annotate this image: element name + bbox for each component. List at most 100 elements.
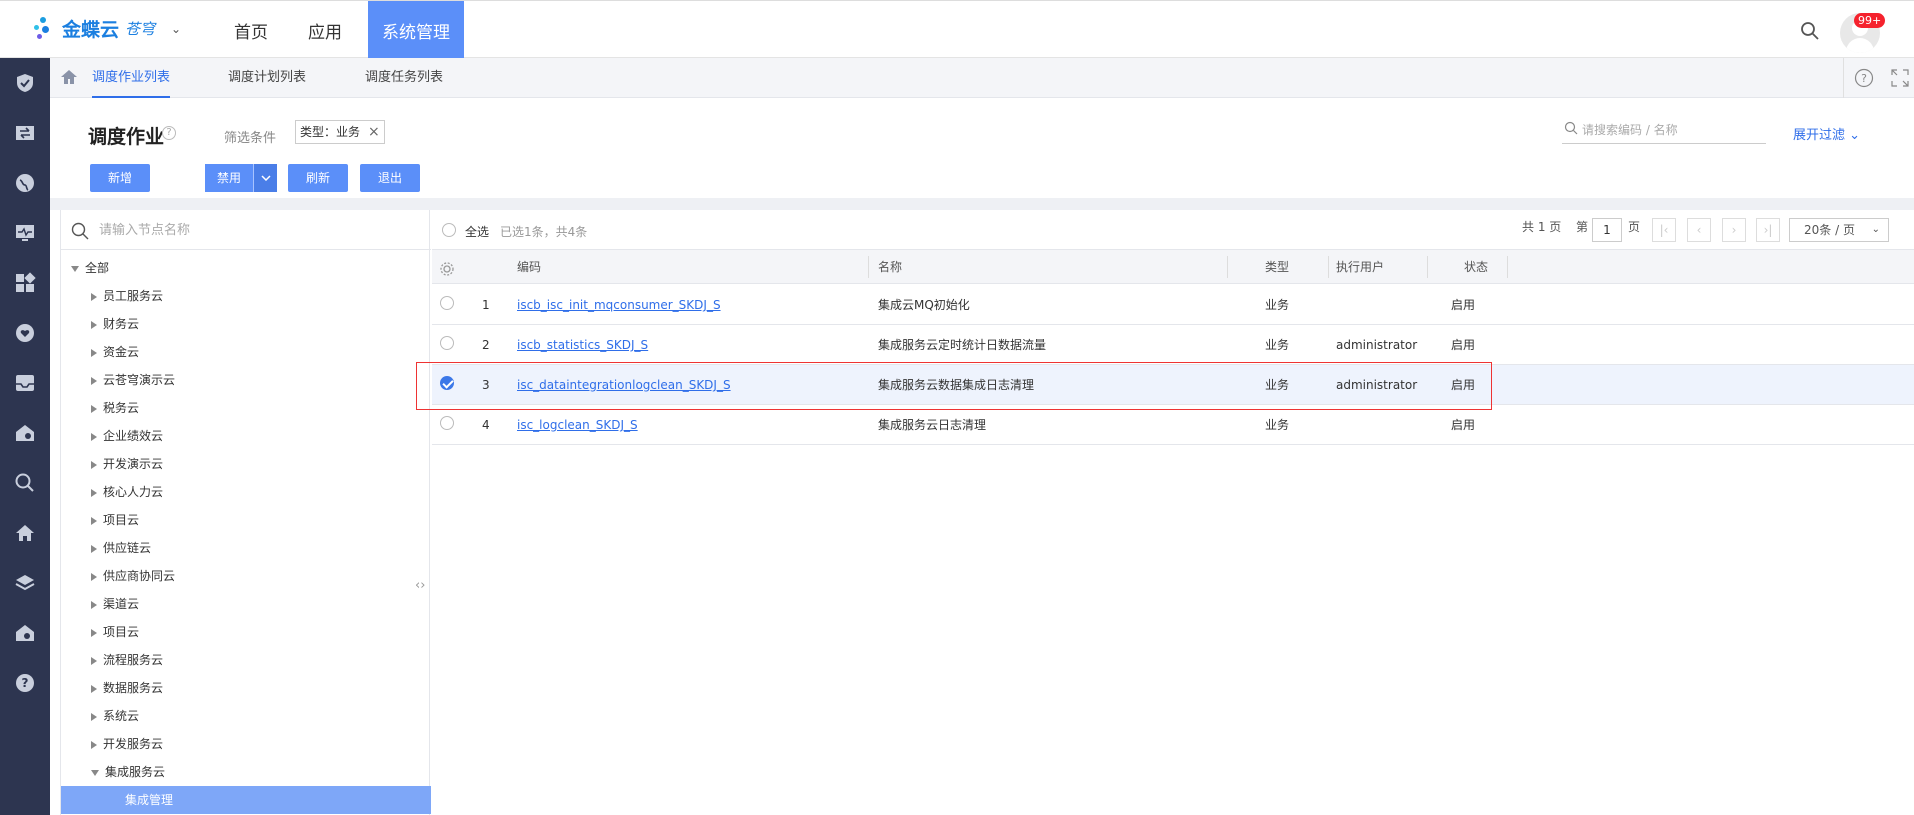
select-all-checkbox[interactable]: [442, 223, 456, 237]
row-type: 业务: [1265, 418, 1290, 432]
total-pages: 共 1 页: [1522, 220, 1562, 234]
column-header-status[interactable]: 状态: [1464, 250, 1488, 284]
first-page-icon[interactable]: |‹: [1652, 218, 1676, 242]
tree-item[interactable]: 财务云: [61, 310, 431, 338]
search-icon[interactable]: [12, 470, 38, 496]
column-header-user[interactable]: 执行用户: [1336, 250, 1384, 284]
chevron-down-icon[interactable]: [253, 164, 277, 192]
column-settings-icon[interactable]: [440, 251, 454, 285]
heart-icon[interactable]: [12, 320, 38, 346]
fullscreen-icon[interactable]: [1890, 68, 1910, 88]
tree-item[interactable]: 项目云: [61, 506, 431, 534]
row-checkbox[interactable]: [440, 336, 454, 350]
expand-filter-label: 展开过滤: [1793, 128, 1846, 143]
home-icon[interactable]: [12, 520, 38, 546]
tree-item[interactable]: 资金云: [61, 338, 431, 366]
select-all-label[interactable]: 全选: [465, 223, 489, 240]
tree-item-label: 供应商协同云: [103, 569, 176, 583]
expand-filter-link[interactable]: 展开过滤 ⌄: [1793, 124, 1860, 143]
caret-down-icon: [91, 769, 99, 776]
question-icon[interactable]: ?: [162, 126, 176, 140]
tree-item[interactable]: 云苍穹演示云: [61, 366, 431, 394]
search-icon: [1564, 121, 1578, 139]
tab-plan-list[interactable]: 调度计划列表: [228, 58, 306, 98]
column-divider[interactable]: [1227, 256, 1228, 278]
disable-split-button[interactable]: 禁用: [205, 164, 277, 192]
add-button[interactable]: 新增: [90, 164, 150, 192]
chevron-down-icon[interactable]: ⌄: [171, 22, 181, 36]
column-header-name[interactable]: 名称: [878, 250, 902, 284]
tree-item-label: 项目云: [103, 625, 140, 639]
dashboard-icon[interactable]: [12, 270, 38, 296]
selection-count: 已选1条，共4条: [500, 225, 588, 239]
tree-search-input[interactable]: [99, 220, 399, 240]
tree-item[interactable]: 数据服务云: [61, 674, 431, 702]
page-number-input[interactable]: 1: [1592, 218, 1622, 242]
nav-apps[interactable]: 应用: [294, 1, 356, 59]
row-code-link[interactable]: iscb_statistics_SKDJ_S: [517, 325, 648, 365]
column-divider[interactable]: [1507, 256, 1508, 278]
exit-button[interactable]: 退出: [360, 164, 420, 192]
shield-icon[interactable]: [12, 70, 38, 96]
page-size-select[interactable]: 20条 / 页 ⌄: [1789, 218, 1889, 242]
tree-item[interactable]: 供应链云: [61, 534, 431, 562]
tree-item[interactable]: 税务云: [61, 394, 431, 422]
globe-icon[interactable]: [12, 170, 38, 196]
tree-item[interactable]: 项目云: [61, 618, 431, 646]
table-row[interactable]: 1 iscb_isc_init_mqconsumer_SKDJ_S 集成云MQ初…: [432, 285, 1914, 325]
nav-home[interactable]: 首页: [220, 1, 282, 59]
tree-item[interactable]: 系统云: [61, 702, 431, 730]
column-divider[interactable]: [1328, 256, 1329, 278]
tree-root[interactable]: 全部: [61, 254, 431, 282]
panel-splitter-icon[interactable]: ‹›: [415, 578, 425, 593]
inbox-icon[interactable]: [12, 370, 38, 396]
row-type: 业务: [1265, 338, 1290, 352]
refresh-button[interactable]: 刷新: [288, 164, 348, 192]
tree-item[interactable]: 供应商协同云: [61, 562, 431, 590]
table-row[interactable]: 2 iscb_statistics_SKDJ_S 集成服务云定时统计日数据流量 …: [432, 325, 1914, 365]
tab-job-list[interactable]: 调度作业列表: [92, 58, 171, 98]
house-gear-icon[interactable]: [12, 620, 38, 646]
tree-item[interactable]: 集成服务云: [61, 758, 431, 786]
svg-text:?: ?: [22, 676, 29, 690]
table-row[interactable]: 4 isc_logclean_SKDJ_S 集成服务云日志清理 业务 启用: [432, 405, 1914, 445]
tree-item[interactable]: 企业绩效云: [61, 422, 431, 450]
app-logo[interactable]: 金蝶云 苍穹 ⌄: [34, 15, 181, 42]
help-icon[interactable]: ?: [1854, 68, 1874, 88]
next-page-icon[interactable]: ›: [1722, 218, 1746, 242]
nav-system-admin[interactable]: 系统管理: [368, 1, 464, 59]
row-checkbox[interactable]: [440, 416, 454, 430]
tree-item-selected[interactable]: 集成管理: [61, 786, 431, 814]
row-code-link[interactable]: iscb_isc_init_mqconsumer_SKDJ_S: [517, 285, 721, 325]
row-code-link[interactable]: isc_logclean_SKDJ_S: [517, 405, 638, 445]
tree-search[interactable]: [61, 210, 431, 250]
tree-item[interactable]: 核心人力云: [61, 478, 431, 506]
row-checkbox[interactable]: [440, 296, 454, 310]
column-header-code[interactable]: 编码: [517, 250, 541, 284]
tree-item[interactable]: 流程服务云: [61, 646, 431, 674]
code-name-search[interactable]: [1562, 118, 1766, 144]
filter-tag[interactable]: 类型：业务 ×: [295, 120, 385, 144]
caret-right-icon: [91, 572, 97, 581]
help-icon[interactable]: ?: [12, 670, 38, 696]
layers-icon[interactable]: [12, 570, 38, 596]
last-page-icon[interactable]: ›|: [1756, 218, 1780, 242]
tree-item[interactable]: 渠道云: [61, 590, 431, 618]
prev-page-icon[interactable]: ‹: [1687, 218, 1711, 242]
tree-item[interactable]: 开发演示云: [61, 450, 431, 478]
disable-button[interactable]: 禁用: [205, 164, 253, 192]
search-input[interactable]: [1582, 120, 1762, 140]
home-icon[interactable]: [60, 69, 78, 89]
column-divider[interactable]: [1427, 256, 1428, 278]
search-icon[interactable]: [1800, 21, 1820, 41]
monitor-icon[interactable]: [12, 220, 38, 246]
tree-item[interactable]: 开发服务云: [61, 730, 431, 758]
transfer-icon[interactable]: [12, 120, 38, 146]
house-settings-icon[interactable]: [12, 420, 38, 446]
tab-task-list[interactable]: 调度任务列表: [365, 58, 443, 98]
column-divider[interactable]: [868, 256, 869, 278]
column-header-type[interactable]: 类型: [1265, 250, 1289, 284]
row-number: 4: [482, 418, 490, 432]
tree-item[interactable]: 员工服务云: [61, 282, 431, 310]
close-icon[interactable]: ×: [368, 121, 380, 143]
